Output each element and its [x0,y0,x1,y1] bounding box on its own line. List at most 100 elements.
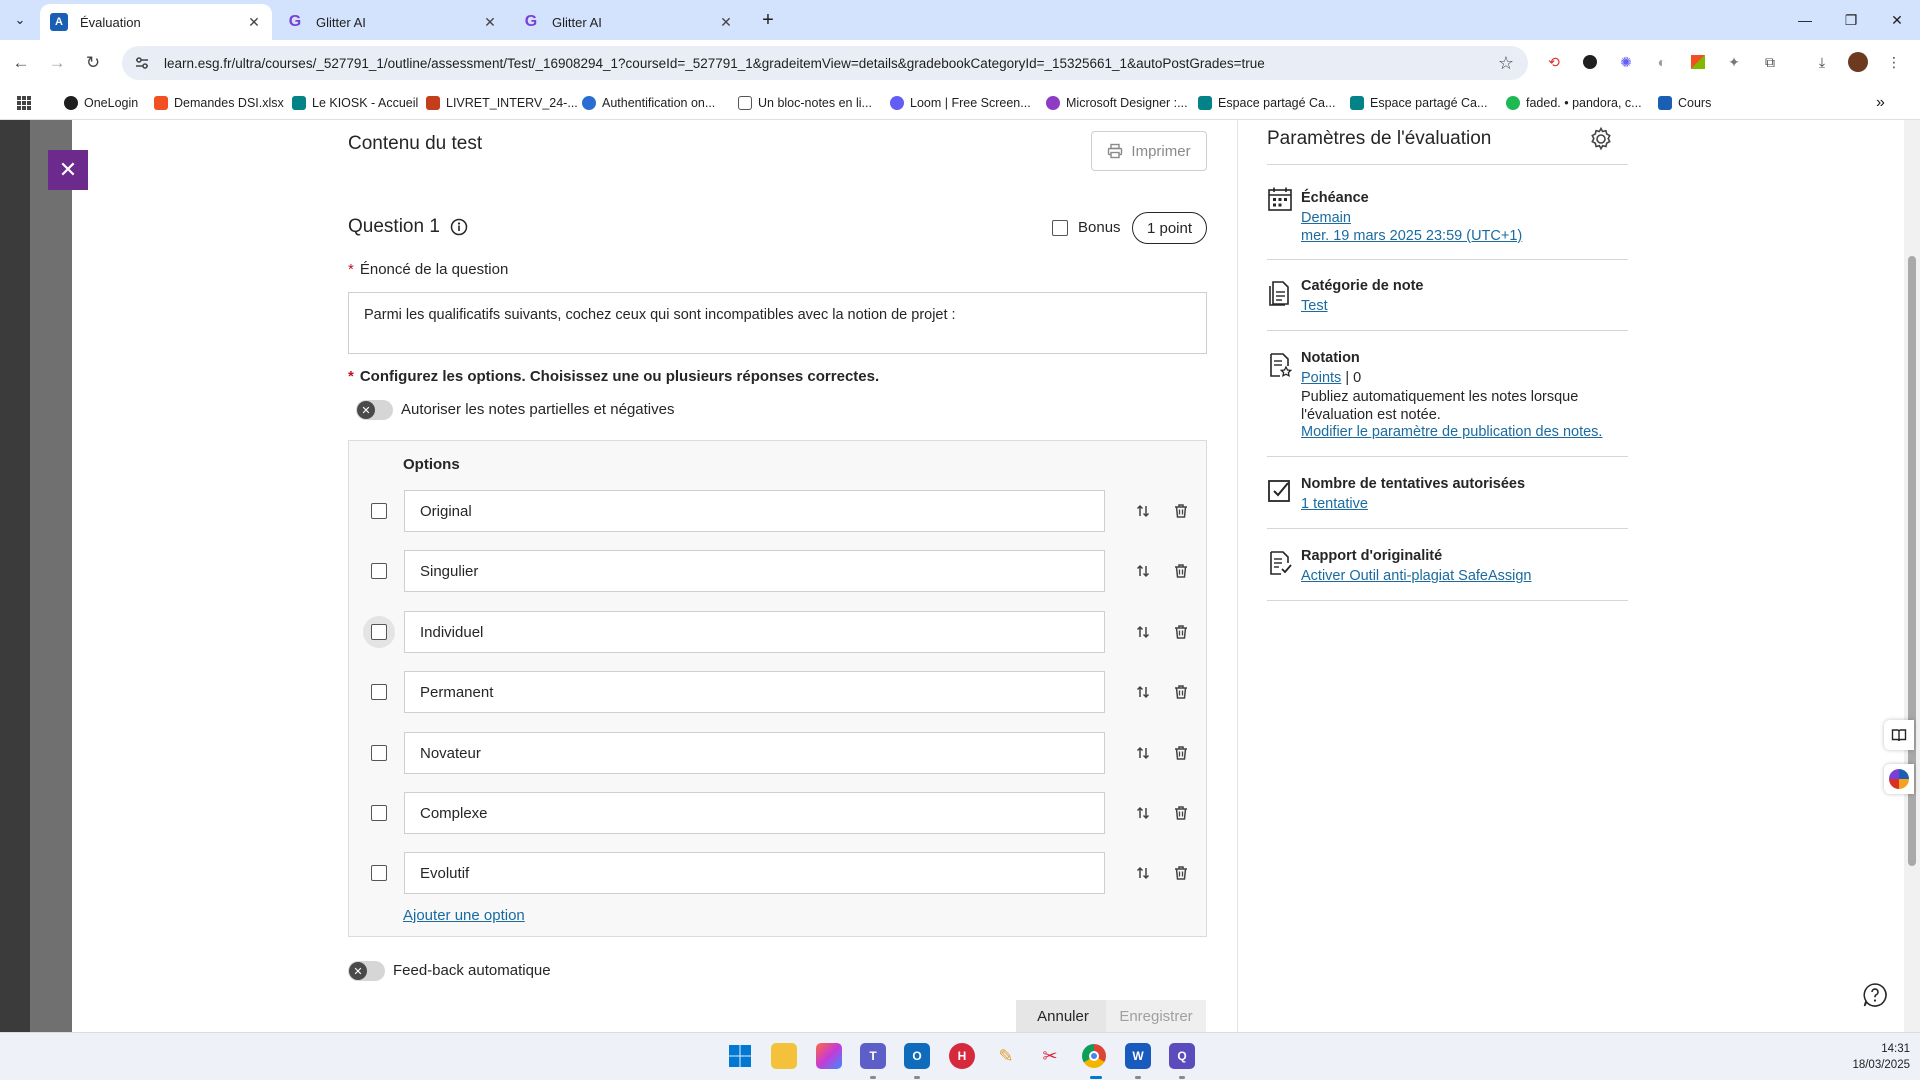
reorder-icon[interactable] [1133,622,1153,642]
grade-category-link[interactable]: Test [1301,298,1328,314]
option-input[interactable]: Evolutif [404,852,1105,894]
bookmark-item[interactable]: faded. • pandora, c... [1506,94,1642,112]
file-explorer-icon[interactable] [771,1043,797,1069]
extension-generic-icon[interactable]: ◐ [1652,52,1672,72]
trash-icon[interactable] [1171,863,1191,883]
reorder-icon[interactable] [1133,682,1153,702]
edit-post-setting-link[interactable]: Modifier le paramètre de publication des… [1301,424,1602,440]
book-reader-icon[interactable] [1884,720,1914,750]
option-input[interactable]: Individuel [404,611,1105,653]
windows-start-icon[interactable] [727,1043,753,1069]
reorder-icon[interactable] [1133,803,1153,823]
close-tab-icon[interactable]: ✕ [246,14,262,30]
apps-grid-icon[interactable] [16,94,32,112]
teams-icon[interactable]: T [860,1043,886,1069]
creative-app-icon[interactable] [816,1043,842,1069]
h-app-icon[interactable]: H [949,1043,975,1069]
correct-answer-checkbox[interactable] [371,563,387,579]
color-assistant-icon[interactable] [1884,764,1914,794]
cancel-button[interactable]: Annuler [1016,1000,1110,1032]
extensions-puzzle-icon[interactable]: ⧉ [1760,52,1780,72]
safeassign-link[interactable]: Activer Outil anti-plagiat SafeAssign [1301,568,1532,584]
pen-app-icon[interactable]: ✎ [993,1043,1019,1069]
bookmark-item[interactable]: Un bloc-notes en li... [738,94,872,112]
option-input[interactable]: Novateur [404,732,1105,774]
tab-glitter-2[interactable]: G Glitter AI ✕ [512,4,744,40]
trash-icon[interactable] [1171,561,1191,581]
close-tab-icon[interactable]: ✕ [718,14,734,30]
correct-answer-checkbox[interactable] [371,624,387,640]
system-clock[interactable]: 14:31 18/03/2025 [1830,1041,1910,1073]
reorder-icon[interactable] [1133,743,1153,763]
bookmark-item[interactable]: Microsoft Designer :... [1046,94,1188,112]
restore-icon[interactable]: ❐ [1828,0,1874,40]
correct-answer-checkbox[interactable] [371,805,387,821]
trash-icon[interactable] [1171,682,1191,702]
extension-cast-icon[interactable]: ⟲ [1544,52,1564,72]
question-statement-editor[interactable]: Parmi les qualificatifs suivants, cochez… [348,292,1207,354]
correct-answer-checkbox[interactable] [371,865,387,881]
snipping-tool-icon[interactable]: ✂ [1037,1043,1063,1069]
q-app-icon[interactable]: Q [1169,1043,1195,1069]
bookmark-item[interactable]: LIVRET_INTERV_24-... [426,94,578,112]
help-icon[interactable] [1862,982,1888,1008]
word-icon[interactable]: W [1125,1043,1151,1069]
chrome-icon[interactable] [1081,1043,1107,1069]
bonus-checkbox-box[interactable] [1052,219,1068,236]
tab-evaluation[interactable]: A Évaluation ✕ [40,4,272,40]
tab-glitter-1[interactable]: G Glitter AI ✕ [276,4,508,40]
due-date-full-link[interactable]: mer. 19 mars 2025 23:59 (UTC+1) [1301,228,1522,244]
reorder-icon[interactable] [1133,561,1153,581]
trash-icon[interactable] [1171,622,1191,642]
bonus-checkbox[interactable]: Bonus [1052,219,1121,236]
close-tab-icon[interactable]: ✕ [482,14,498,30]
reorder-icon[interactable] [1133,501,1153,521]
bookmark-item[interactable]: Le KIOSK - Accueil [292,94,418,112]
trash-icon[interactable] [1171,803,1191,823]
points-button[interactable]: 1 point [1132,212,1207,244]
bookmarks-overflow-icon[interactable]: » [1876,94,1885,112]
address-bar[interactable]: learn.esg.fr/ultra/courses/_527791_1/out… [122,46,1528,80]
close-panel-button[interactable]: ✕ [48,150,88,190]
bookmark-item[interactable]: Demandes DSI.xlsx [154,94,284,112]
auto-feedback-toggle[interactable]: ✕ [348,961,385,981]
minimize-icon[interactable]: — [1782,0,1828,40]
bookmark-item[interactable]: OneLogin [64,94,138,112]
due-date-link[interactable]: Demain [1301,210,1351,226]
extension-loom-icon[interactable]: ✺ [1616,52,1636,72]
bookmark-item[interactable]: Espace partagé Ca... [1350,94,1487,112]
back-icon[interactable]: ← [8,50,34,76]
outlook-icon[interactable]: O [904,1043,930,1069]
option-input[interactable]: Original [404,490,1105,532]
profile-avatar[interactable] [1848,52,1868,72]
extension-color-icon[interactable] [1688,52,1708,72]
grading-type-link[interactable]: Points [1301,370,1341,386]
gear-icon[interactable] [1588,126,1614,152]
extension-pin-icon[interactable]: ✦ [1724,52,1744,72]
bookmark-item[interactable]: Loom | Free Screen... [890,94,1031,112]
option-input[interactable]: Permanent [404,671,1105,713]
tab-search-icon[interactable]: ⌄ [8,8,32,32]
window-close-icon[interactable]: ✕ [1874,0,1920,40]
option-input[interactable]: Complexe [404,792,1105,834]
correct-answer-checkbox[interactable] [371,503,387,519]
browser-menu-icon[interactable]: ⋮ [1884,52,1904,72]
new-tab-icon[interactable]: + [756,8,780,32]
bookmark-star-icon[interactable]: ☆ [1498,53,1514,74]
attempts-link[interactable]: 1 tentative [1301,496,1368,512]
extension-1password-icon[interactable] [1580,52,1600,72]
option-input[interactable]: Singulier [404,550,1105,592]
partial-credit-toggle[interactable]: ✕ [356,400,393,420]
trash-icon[interactable] [1171,743,1191,763]
add-option-link[interactable]: Ajouter une option [403,907,525,924]
site-info-icon[interactable] [134,55,150,71]
correct-answer-checkbox[interactable] [371,684,387,700]
download-icon[interactable]: ⤓ [1812,52,1832,72]
reorder-icon[interactable] [1133,863,1153,883]
bookmark-item[interactable]: Espace partagé Ca... [1198,94,1335,112]
save-button[interactable]: Enregistrer [1106,1000,1206,1032]
trash-icon[interactable] [1171,501,1191,521]
print-button[interactable]: Imprimer [1091,131,1207,171]
correct-answer-checkbox[interactable] [371,745,387,761]
bookmark-item[interactable]: Cours [1658,94,1711,112]
